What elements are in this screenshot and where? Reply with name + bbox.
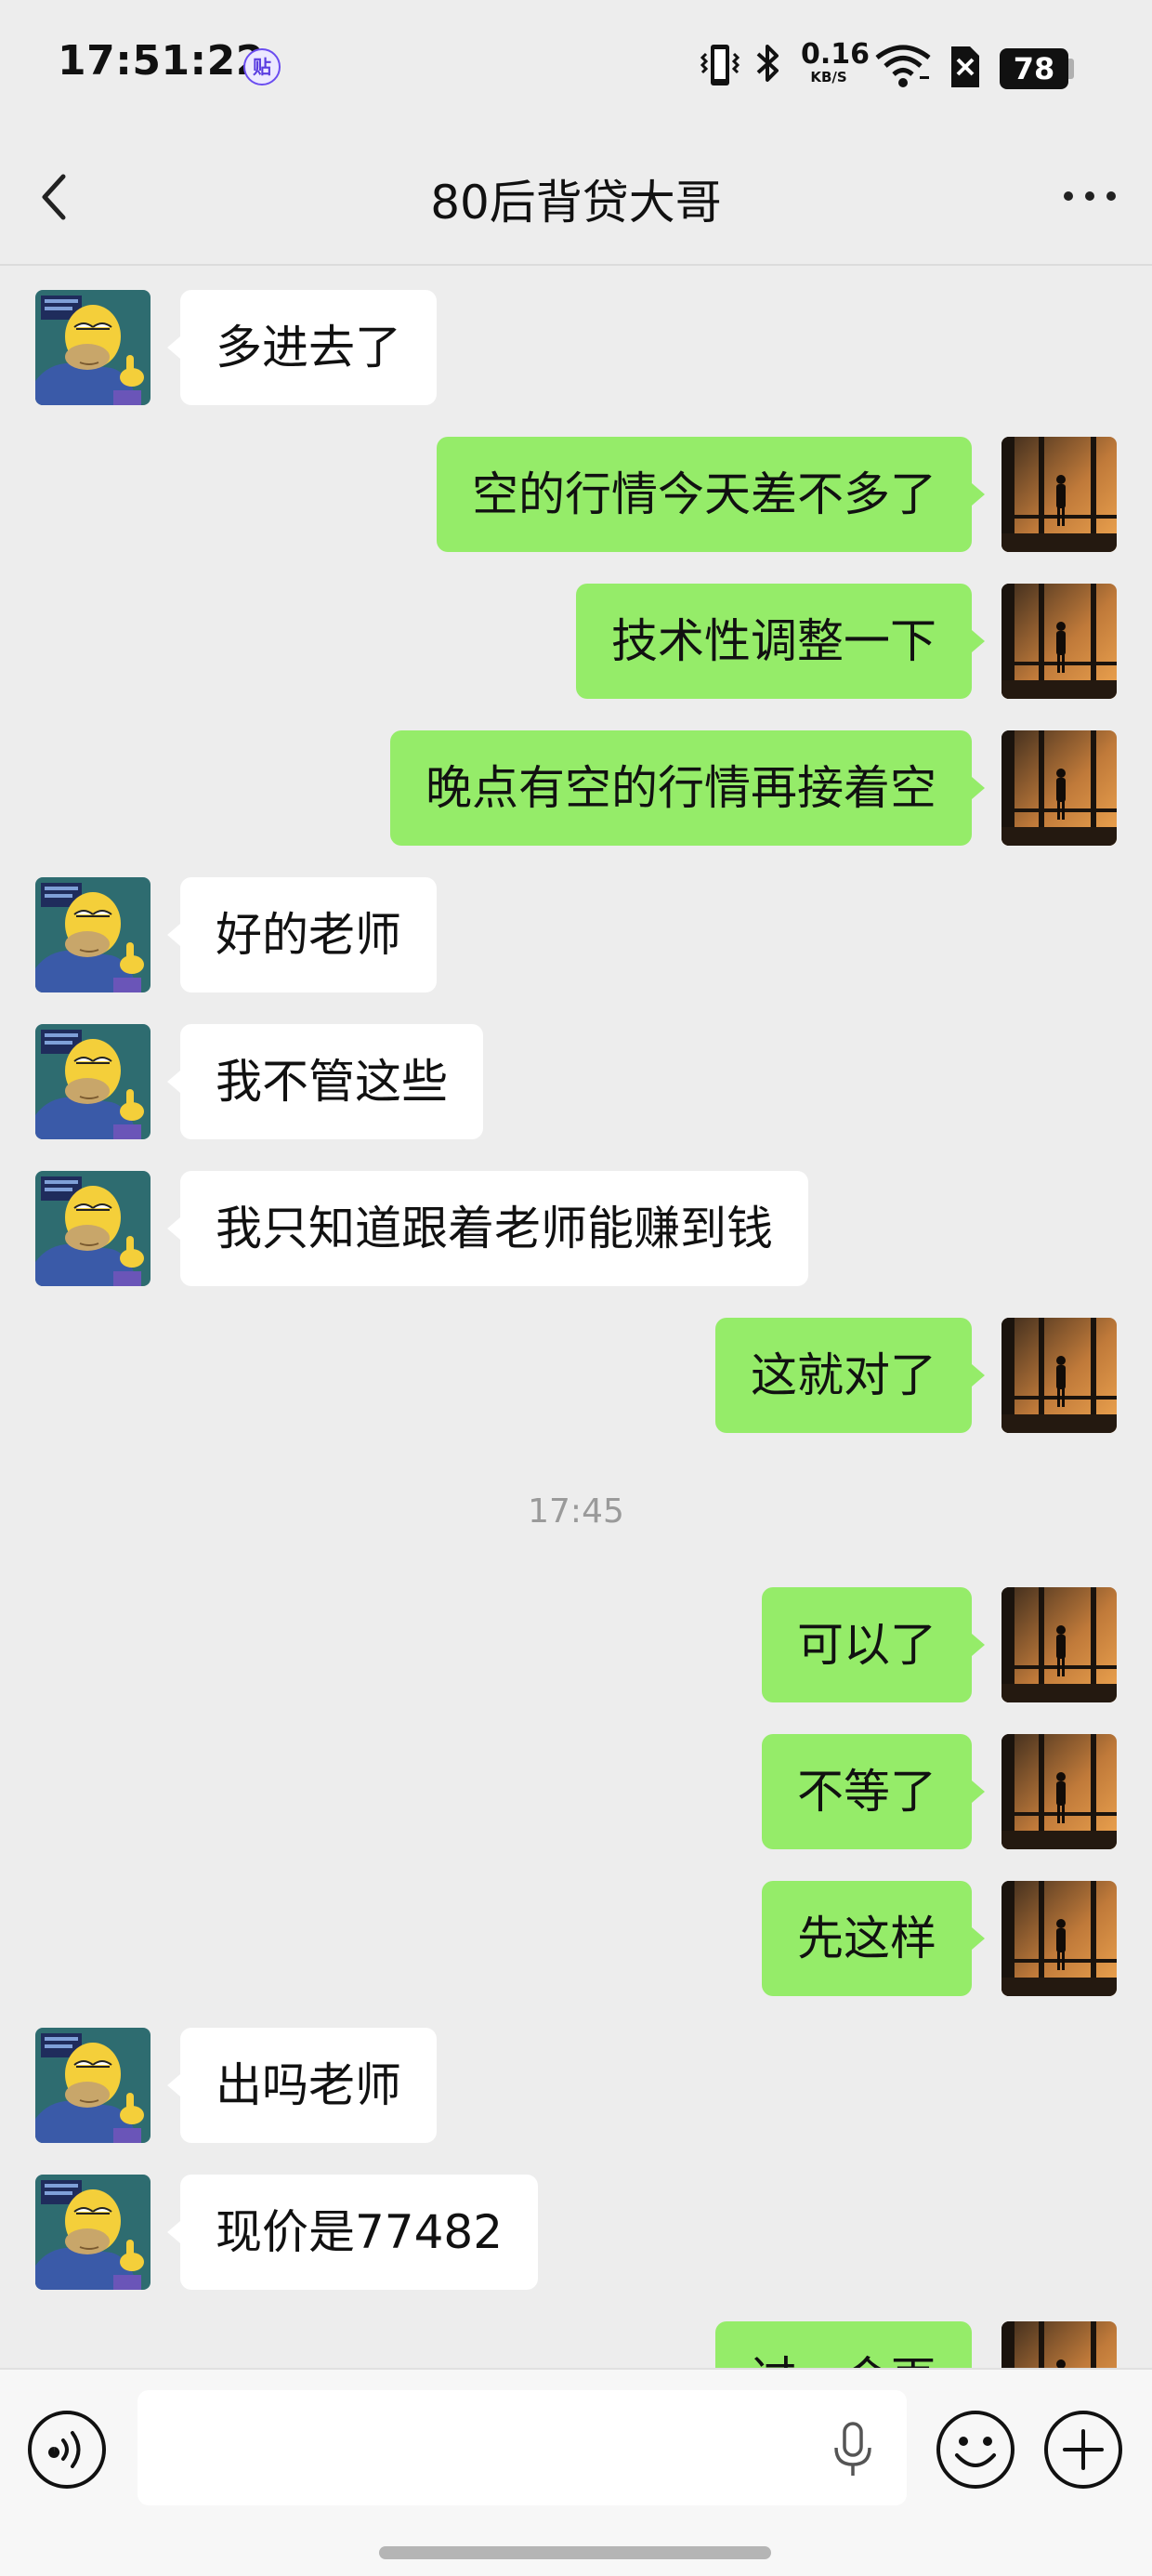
incoming-message: 现价是77482	[0, 2175, 1152, 2290]
wifi-icon	[875, 45, 931, 87]
status-bar: 17:51:22 贴 0.16 KB/S 78	[0, 0, 1152, 130]
outgoing-message: 不等了	[0, 1734, 1152, 1849]
contact-avatar[interactable]	[35, 1171, 151, 1286]
contact-avatar[interactable]	[35, 290, 151, 405]
my-avatar[interactable]	[1001, 437, 1117, 552]
message-bubble[interactable]: 晚点有空的行情再接着空	[390, 730, 985, 846]
more-dots-icon[interactable]	[1059, 182, 1120, 210]
network-speed-unit: KB/S	[810, 69, 847, 85]
my-avatar[interactable]	[1001, 1881, 1117, 1996]
message-bubble[interactable]: 出吗老师	[167, 2028, 437, 2143]
contact-avatar[interactable]	[35, 2175, 151, 2290]
outgoing-message: 技术性调整一下	[0, 584, 1152, 699]
message-timestamp: 17:45	[528, 1492, 624, 1531]
my-avatar[interactable]	[1001, 584, 1117, 699]
message-bubble[interactable]: 过一会再	[715, 2321, 972, 2368]
contact-avatar[interactable]	[35, 1024, 151, 1139]
message-bubble[interactable]: 我只知道跟着老师能赚到钱	[167, 1171, 808, 1286]
message-list[interactable]: 多进去了 空的行情今天差不多了 技术性调整一下 晚点有空的行情再接着空 好的老师…	[0, 266, 1152, 2368]
incoming-message: 多进去了	[0, 290, 1152, 405]
my-avatar[interactable]	[1001, 1318, 1117, 1433]
battery-cap	[1068, 59, 1074, 79]
outgoing-message: 这就对了	[0, 1318, 1152, 1433]
my-avatar[interactable]	[1001, 1587, 1117, 1702]
vibrate-icon	[700, 45, 740, 85]
my-avatar[interactable]	[1001, 1734, 1117, 1849]
message-input[interactable]	[137, 2390, 907, 2505]
incoming-message: 我只知道跟着老师能赚到钱	[0, 1171, 1152, 1286]
outgoing-message: 可以了	[0, 1587, 1152, 1702]
incoming-message: 好的老师	[0, 877, 1152, 992]
plus-icon[interactable]	[1042, 2409, 1124, 2491]
sticky-app-badge-icon: 贴	[243, 48, 281, 85]
voice-mode-icon[interactable]	[26, 2409, 108, 2491]
message-bubble[interactable]: 先这样	[762, 1881, 985, 1996]
outgoing-message: 先这样	[0, 1881, 1152, 1996]
message-bubble[interactable]: 这就对了	[715, 1318, 985, 1433]
status-time: 17:51:22	[58, 37, 265, 85]
network-speed: 0.16 KB/S	[801, 38, 871, 85]
my-avatar[interactable]	[1001, 730, 1117, 846]
message-bubble[interactable]: 空的行情今天差不多了	[437, 437, 985, 552]
outgoing-message: 空的行情今天差不多了	[0, 437, 1152, 552]
message-bubble[interactable]: 多进去了	[167, 290, 437, 405]
my-avatar[interactable]	[1001, 2321, 1117, 2368]
outgoing-message: 过一会再	[0, 2321, 1152, 2368]
battery-icon: 78	[1000, 48, 1068, 89]
home-indicator[interactable]	[379, 2546, 771, 2559]
sim-off-icon	[951, 46, 979, 87]
message-bubble[interactable]: 现价是77482	[166, 2175, 539, 2290]
message-bubble[interactable]: 我不管这些	[167, 1024, 483, 1139]
outgoing-message: 晚点有空的行情再接着空	[0, 730, 1152, 846]
microphone-icon[interactable]	[829, 2420, 877, 2479]
incoming-message: 我不管这些	[0, 1024, 1152, 1139]
emoji-icon[interactable]	[935, 2409, 1016, 2491]
contact-avatar[interactable]	[35, 2028, 151, 2143]
chat-header: 80后背贷大哥	[0, 130, 1152, 266]
message-bubble[interactable]: 可以了	[762, 1587, 985, 1702]
input-bar	[0, 2368, 1152, 2576]
incoming-message: 出吗老师	[0, 2028, 1152, 2143]
bluetooth-icon	[756, 45, 779, 82]
chat-title: 80后背贷大哥	[430, 176, 722, 230]
contact-avatar[interactable]	[35, 877, 151, 992]
message-bubble[interactable]: 好的老师	[167, 877, 437, 992]
message-bubble[interactable]: 不等了	[762, 1734, 985, 1849]
network-speed-value: 0.16	[801, 38, 871, 71]
message-bubble[interactable]: 技术性调整一下	[576, 584, 985, 699]
